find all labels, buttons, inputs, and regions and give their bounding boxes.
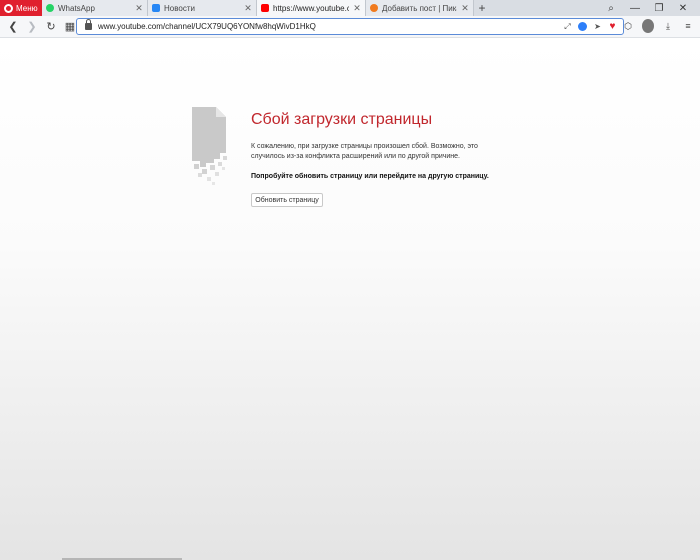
youtube-icon [261, 4, 269, 12]
tab-strip: Меню WhatsApp ✕ Новости ✕ https://www.yo… [0, 0, 700, 16]
download-icon[interactable]: ⤓ [662, 19, 674, 33]
search-tabs-icon[interactable]: ⌕ [604, 3, 618, 14]
grid-icon: ▦ [64, 21, 76, 33]
menu-label: Меню [16, 3, 38, 13]
error-description: К сожалению, при загрузке страницы произ… [251, 143, 478, 160]
opera-logo-icon [4, 3, 13, 13]
arrow-left-icon: ❮ [8, 21, 18, 33]
account-button[interactable] [642, 19, 654, 33]
tab-whatsapp[interactable]: WhatsApp ✕ [42, 0, 148, 16]
tab-title: https://www.youtube.com/ [273, 3, 349, 13]
window-controls: ⌕ — ❐ ✕ [604, 0, 700, 16]
toolbar-right: ⬡ ⤓ ≡ [622, 19, 694, 33]
vk-icon [152, 4, 160, 12]
url-input[interactable]: www.youtube.com/channel/UCX79UQ6YONfw8hq… [98, 22, 557, 31]
page-content: Сбой загрузки страницы К сожалению, при … [0, 38, 700, 560]
forward-button[interactable]: ❯ [23, 18, 41, 36]
extensions-cube-icon[interactable]: ⬡ [622, 19, 634, 33]
tab-title: WhatsApp [58, 3, 95, 13]
close-icon[interactable]: ✕ [135, 3, 143, 14]
error-advice: Попробуйте обновить страницу или перейди… [251, 173, 489, 180]
heart-icon[interactable]: ♥ [608, 22, 617, 32]
tab-vk-news[interactable]: Новости ✕ [148, 0, 257, 16]
reload-icon: ↻ [46, 21, 56, 33]
easy-setup-icon[interactable]: ≡ [682, 19, 694, 33]
whatsapp-icon [46, 4, 54, 12]
lock-icon[interactable] [85, 19, 92, 30]
avatar-icon [642, 19, 654, 33]
error-title: Сбой загрузки страницы [251, 111, 433, 128]
restore-icon[interactable]: ❐ [652, 3, 666, 14]
window-close-icon[interactable]: ✕ [676, 3, 690, 14]
broken-page-icon [192, 107, 227, 185]
address-bar[interactable]: www.youtube.com/channel/UCX79UQ6YONfw8hq… [76, 18, 624, 35]
reload-button[interactable]: ↻ [42, 18, 60, 36]
navigation-toolbar: ❮ ❯ ↻ ▦ www.youtube.com/channel/UCX79UQ6… [0, 16, 700, 38]
close-icon[interactable]: ✕ [353, 3, 361, 14]
send-icon[interactable]: ➤ [593, 22, 602, 31]
tab-youtube[interactable]: https://www.youtube.com/ ✕ [257, 0, 366, 16]
close-icon[interactable]: ✕ [461, 3, 469, 14]
tab-title: Новости [164, 3, 195, 13]
snapshot-icon[interactable]: ⤢ [563, 22, 572, 31]
reload-page-button[interactable]: Обновить страницу [251, 193, 323, 207]
opera-menu-button[interactable]: Меню [0, 0, 42, 16]
minimize-icon[interactable]: — [628, 3, 642, 14]
close-icon[interactable]: ✕ [244, 3, 252, 14]
arrow-right-icon: ❯ [27, 21, 37, 33]
tab-title: Добавить пост | Пикабу [382, 3, 457, 13]
address-bar-icons: ⤢ ➤ ♥ [563, 22, 623, 32]
tab-pikabu[interactable]: Добавить пост | Пикабу ✕ [366, 0, 474, 16]
shield-icon[interactable] [578, 22, 587, 31]
plus-icon: + [478, 1, 486, 15]
pikabu-icon [370, 4, 378, 12]
new-tab-button[interactable]: + [474, 0, 490, 16]
back-button[interactable]: ❮ [4, 18, 22, 36]
